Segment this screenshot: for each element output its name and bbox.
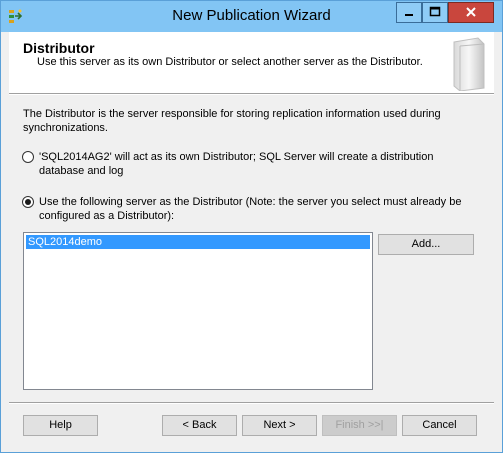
close-button[interactable] (448, 2, 494, 23)
other-distributor-radio[interactable] (22, 196, 34, 208)
other-distributor-label[interactable]: Use the following server as the Distribu… (39, 195, 469, 223)
footer-divider (9, 402, 494, 404)
help-button[interactable]: Help (23, 415, 98, 436)
wizard-window: New Publication Wizard Distributor Use t… (0, 0, 503, 453)
close-icon (466, 7, 476, 17)
header-divider (9, 93, 494, 95)
back-button[interactable]: < Back (162, 415, 237, 436)
finish-button[interactable]: Finish >>| (322, 415, 397, 436)
next-button[interactable]: Next > (242, 415, 317, 436)
page-title: Distributor (23, 40, 95, 56)
minimize-icon (405, 14, 413, 16)
title-bar[interactable]: New Publication Wizard (1, 1, 502, 32)
maximize-button[interactable] (422, 2, 448, 23)
description-text: The Distributor is the server responsibl… (23, 108, 441, 134)
server-graphic-icon (453, 37, 485, 91)
cancel-button[interactable]: Cancel (402, 415, 477, 436)
maximize-icon (429, 6, 441, 17)
add-server-button[interactable]: Add... (378, 234, 474, 255)
list-item[interactable]: SQL2014demo (26, 235, 370, 249)
minimize-button[interactable] (396, 2, 422, 23)
own-distributor-radio[interactable] (22, 151, 34, 163)
own-distributor-label[interactable]: 'SQL2014AG2' will act as its own Distrib… (39, 150, 469, 178)
page-subtitle: Use this server as its own Distributor o… (37, 56, 423, 68)
distributor-server-list[interactable]: SQL2014demo (23, 232, 373, 390)
wizard-header: Distributor Use this server as its own D… (9, 32, 494, 93)
